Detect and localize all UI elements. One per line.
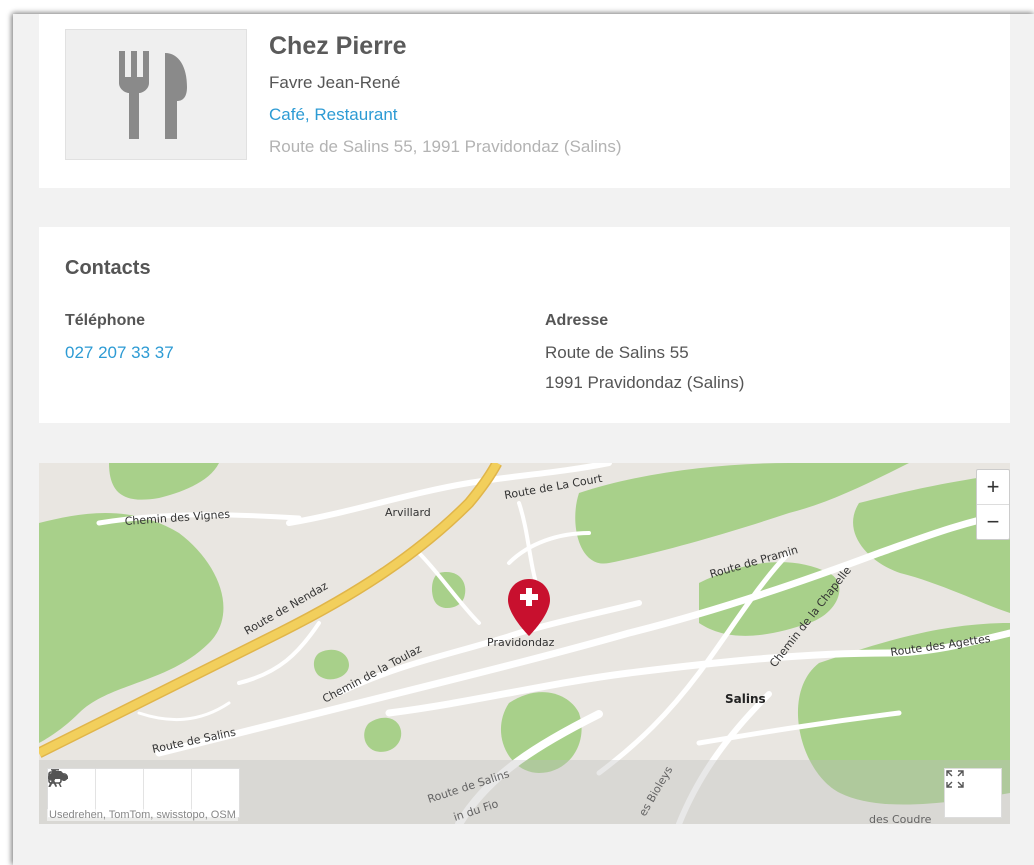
zoom-in-button[interactable]: + xyxy=(977,470,1009,504)
address-line2: 1991 Pravidondaz (Salins) xyxy=(545,373,745,392)
map-view[interactable]: Chemin des Vignes Arvillard Route de La … xyxy=(39,463,1010,824)
phone-label: Téléphone xyxy=(65,312,146,329)
phone-link[interactable]: 027 207 33 37 xyxy=(65,343,174,363)
map-label: Arvillard xyxy=(385,506,431,519)
address-line1: Route de Salins 55 xyxy=(545,343,689,362)
contacts-title: Contacts xyxy=(65,257,151,279)
business-address: Route de Salins 55, 1991 Pravidondaz (Sa… xyxy=(269,137,622,156)
category-link[interactable]: Café, Restaurant xyxy=(269,105,398,125)
contacts-card: Contacts Téléphone 027 207 33 37 Adresse… xyxy=(39,227,1010,423)
zoom-control: + − xyxy=(976,469,1010,540)
walk-icon xyxy=(49,769,58,787)
fork-knife-icon xyxy=(119,50,187,139)
page-frame: Chez Pierre Favre Jean-René Café, Restau… xyxy=(13,14,1034,865)
map-label: Chemin des Vignes xyxy=(124,508,230,528)
zoom-out-button[interactable]: − xyxy=(977,504,1009,539)
header-card: Chez Pierre Favre Jean-René Café, Restau… xyxy=(39,14,1010,188)
business-logo xyxy=(65,29,247,160)
address-label: Adresse xyxy=(545,312,609,329)
fullscreen-button[interactable] xyxy=(944,768,1002,818)
map-label: Salins xyxy=(725,692,766,706)
map-attribution: Usedrehen, TomTom, swisstopo, OSM xyxy=(47,809,238,821)
map-label: Route de Salins xyxy=(151,725,237,755)
business-title: Chez Pierre xyxy=(269,32,407,60)
map-label: Pravidondaz xyxy=(487,636,555,649)
business-owner: Favre Jean-René xyxy=(269,73,401,92)
expand-icon xyxy=(946,770,964,788)
